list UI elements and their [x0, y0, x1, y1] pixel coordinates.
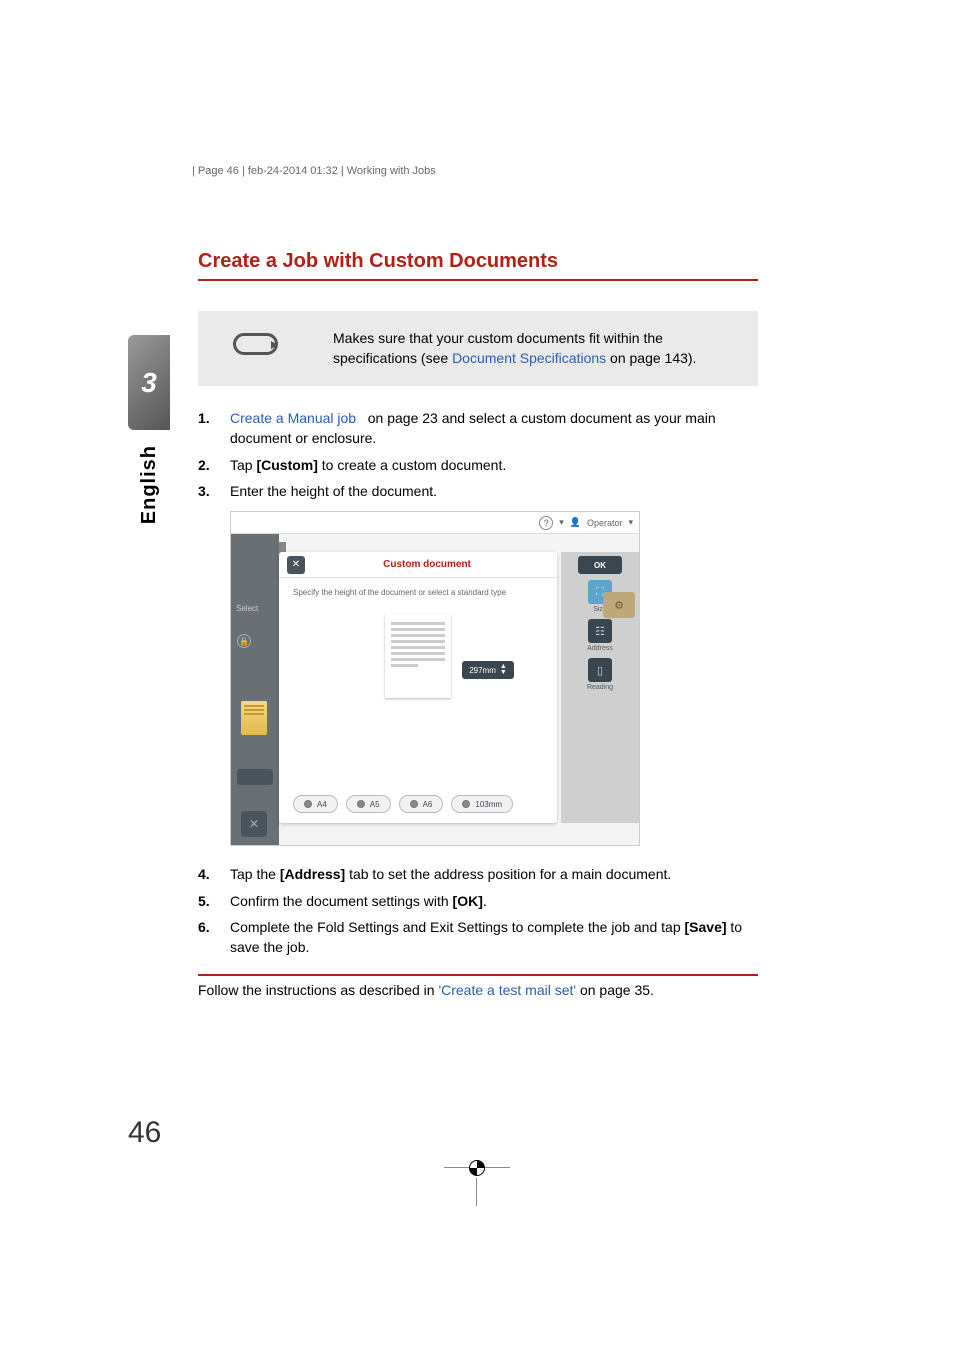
reading-icon: ▯: [588, 658, 612, 682]
registration-mark-icon: [462, 1160, 492, 1210]
step-2: Tap [Custom] to create a custom document…: [198, 455, 758, 475]
chip-label: A4: [317, 800, 327, 809]
radio-icon: [410, 800, 418, 808]
chip-label: 103mm: [475, 800, 502, 809]
step-5c: .: [483, 893, 487, 909]
chip-a4[interactable]: A4: [293, 795, 338, 813]
main-content: Create a Job with Custom Documents Makes…: [198, 250, 758, 1000]
test-mail-set-link[interactable]: 'Create a test mail set': [438, 982, 576, 998]
step-2c: to create a custom document.: [318, 457, 506, 473]
chip-label: A6: [423, 800, 433, 809]
document-preview: 297mm ▲▼: [368, 611, 468, 701]
note-text-post: on page 143).: [606, 350, 696, 366]
chip-a5[interactable]: A5: [346, 795, 391, 813]
height-input[interactable]: 297mm ▲▼: [462, 661, 514, 679]
advanced-button[interactable]: ⚙: [603, 592, 635, 618]
step-5: Confirm the document settings with [OK].: [198, 891, 758, 911]
step-6b: [Save]: [685, 919, 727, 935]
device-statusbar: ? ▾ 👤 Operator ▾: [231, 512, 639, 534]
device-screenshot: ? ▾ 👤 Operator ▾ ▦ Job Select 🔒 ✕ ✕ Cust…: [230, 511, 640, 846]
follow-post: on page 35.: [576, 982, 654, 998]
tab-label: Address: [575, 645, 625, 652]
device-sidebar: Select 🔒 ✕: [231, 534, 279, 845]
follow-pre: Follow the instructions as described in: [198, 982, 438, 998]
modal-title: Custom document: [305, 559, 549, 570]
user-icon: 👤: [570, 517, 581, 528]
step-4a: Tap the: [230, 866, 280, 882]
custom-document-modal: ✕ Custom document Specify the height of …: [279, 552, 557, 823]
dropdown-caret-icon[interactable]: ▾: [628, 517, 633, 528]
sidebar-close-button[interactable]: ✕: [241, 811, 267, 837]
tab-reading[interactable]: ▯ Reading: [575, 658, 625, 691]
header-meta: | Page 46 | feb-24-2014 01:32 | Working …: [192, 165, 436, 177]
preset-chips: A4 A5 A6 103mm: [279, 795, 557, 813]
tab-address[interactable]: ☷ Address: [575, 619, 625, 652]
dropdown-caret-icon[interactable]: ▾: [559, 517, 564, 528]
steps-list: Create a Manual job on page 23 and selec…: [198, 408, 758, 501]
chip-103mm[interactable]: 103mm: [451, 795, 513, 813]
operator-label[interactable]: Operator: [587, 518, 623, 528]
sidebar-small-button[interactable]: [237, 769, 273, 785]
step-2a: Tap: [230, 457, 256, 473]
document-stack-icon: [241, 701, 267, 735]
chip-label: A5: [370, 800, 380, 809]
steps-list-cont: Tap the [Address] tab to set the address…: [198, 864, 758, 957]
section-title: Create a Job with Custom Documents: [198, 250, 758, 281]
radio-icon: [462, 800, 470, 808]
modal-header: ✕ Custom document: [279, 552, 557, 578]
page-number: 46: [128, 1116, 161, 1150]
note-box: Makes sure that your custom documents fi…: [198, 311, 758, 386]
radio-icon: [357, 800, 365, 808]
step-6: Complete the Fold Settings and Exit Sett…: [198, 917, 758, 958]
chip-a6[interactable]: A6: [399, 795, 444, 813]
ok-button[interactable]: OK: [578, 556, 622, 574]
step-4b: [Address]: [280, 866, 345, 882]
step-3: Enter the height of the document.: [198, 481, 758, 501]
modal-subtitle: Specify the height of the document or se…: [279, 578, 557, 597]
radio-icon: [304, 800, 312, 808]
stepper-icon[interactable]: ▲▼: [500, 664, 507, 676]
step-2b: [Custom]: [256, 457, 317, 473]
create-manual-job-link[interactable]: Create a Manual job: [230, 410, 356, 426]
note-arrow-icon: [233, 333, 278, 355]
lock-icon: 🔒: [237, 634, 251, 648]
step-5b: [OK]: [453, 893, 483, 909]
step-4: Tap the [Address] tab to set the address…: [198, 864, 758, 884]
address-icon: ☷: [588, 619, 612, 643]
chapter-number-tab: 3: [128, 335, 170, 430]
note-text: Makes sure that your custom documents fi…: [333, 329, 738, 368]
modal-close-button[interactable]: ✕: [287, 556, 305, 574]
select-label: Select: [236, 604, 258, 613]
step-6a: Complete the Fold Settings and Exit Sett…: [230, 919, 685, 935]
doc-specs-link[interactable]: Document Specifications: [452, 350, 606, 366]
modal-right-panel: OK ⚙ ⛶ Size ☷ Address ▯ Reading: [561, 552, 639, 823]
step-1: Create a Manual job on page 23 and selec…: [198, 408, 758, 449]
language-vertical-label: English: [138, 445, 161, 524]
follow-instructions: Follow the instructions as described in …: [198, 974, 758, 1000]
help-icon[interactable]: ?: [539, 516, 553, 530]
sheet-icon: [385, 614, 451, 698]
step-5a: Confirm the document settings with: [230, 893, 453, 909]
height-value: 297mm: [469, 666, 496, 675]
tab-label: Reading: [575, 684, 625, 691]
step-4c: tab to set the address position for a ma…: [345, 866, 671, 882]
